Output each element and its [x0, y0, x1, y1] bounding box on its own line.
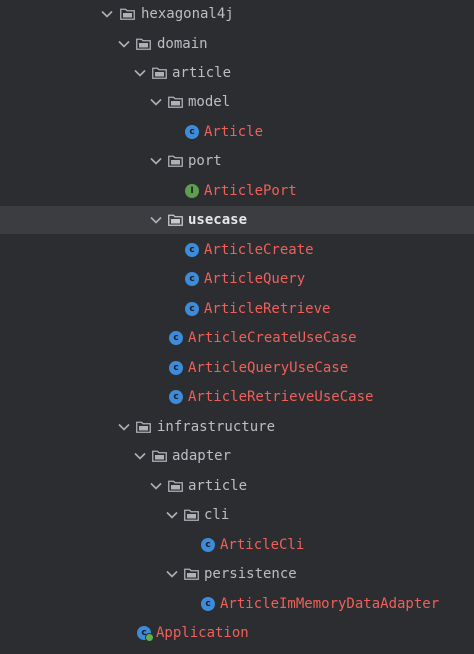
tree-node-cli[interactable]: cli: [0, 501, 474, 529]
tree-node-model[interactable]: model: [0, 88, 474, 116]
chevron-down-icon[interactable]: [133, 59, 147, 87]
tree-node-domain-article[interactable]: article: [0, 59, 474, 87]
tree-label: hexagonal4j: [141, 6, 234, 22]
class-icon: c: [185, 243, 199, 257]
class-icon: c: [185, 125, 199, 139]
project-tree: hexagonal4j domain article model c Artic…: [0, 0, 474, 654]
tree-node-adapter-article[interactable]: article: [0, 472, 474, 500]
tree-node-article-cli[interactable]: c ArticleCli: [0, 531, 474, 559]
chevron-down-icon[interactable]: [165, 560, 179, 588]
folder-icon: [184, 509, 199, 521]
tree-node-article-create[interactable]: c ArticleCreate: [0, 236, 474, 264]
tree-label: adapter: [172, 448, 232, 464]
tree-label: ArticleCreateUseCase: [188, 330, 357, 346]
tree-label: ArticleQueryUseCase: [188, 360, 349, 376]
chevron-down-icon[interactable]: [149, 206, 163, 234]
tree-label: article: [188, 478, 248, 494]
class-icon: c: [185, 272, 199, 286]
interface-icon: I: [185, 184, 199, 198]
tree-label: ArticlePort: [204, 183, 297, 199]
tree-label: persistence: [204, 566, 297, 582]
chevron-down-icon[interactable]: [117, 413, 131, 441]
folder-icon: [168, 155, 183, 167]
tree-node-application[interactable]: c Application: [0, 619, 474, 647]
tree-label: usecase: [188, 212, 248, 228]
tree-node-article-retrieve[interactable]: c ArticleRetrieve: [0, 295, 474, 323]
folder-icon: [152, 450, 167, 462]
class-icon: c: [185, 302, 199, 316]
tree-node-usecase[interactable]: usecase: [0, 206, 474, 234]
folder-icon: [136, 38, 151, 50]
tree-node-hexagonal4j[interactable]: hexagonal4j: [0, 0, 474, 28]
tree-label: ArticleCli: [220, 537, 305, 553]
tree-node-article-retrieve-use-case[interactable]: c ArticleRetrieveUseCase: [0, 383, 474, 411]
folder-icon: [184, 568, 199, 580]
tree-label: article: [172, 65, 232, 81]
tree-label: ArticleCreate: [204, 242, 314, 258]
tree-node-article-create-use-case[interactable]: c ArticleCreateUseCase: [0, 324, 474, 352]
tree-label: model: [188, 94, 231, 110]
tree-label: ArticleImMemoryDataAdapter: [220, 596, 440, 612]
tree-node-article-class[interactable]: c Article: [0, 118, 474, 146]
folder-icon: [152, 67, 167, 79]
tree-label: ArticleQuery: [204, 271, 306, 287]
tree-node-port[interactable]: port: [0, 147, 474, 175]
class-icon: c: [201, 538, 215, 552]
class-icon: c: [169, 361, 183, 375]
tree-label: cli: [204, 507, 230, 523]
class-icon: c: [169, 390, 183, 404]
tree-node-adapter[interactable]: adapter: [0, 442, 474, 470]
class-icon: c: [169, 331, 183, 345]
chevron-down-icon[interactable]: [149, 88, 163, 116]
chevron-down-icon[interactable]: [165, 501, 179, 529]
folder-icon: [168, 96, 183, 108]
chevron-down-icon[interactable]: [117, 30, 131, 58]
tree-label: Article: [204, 124, 264, 140]
application-class-icon: c: [137, 626, 154, 642]
folder-icon: [136, 421, 151, 433]
tree-label: domain: [157, 36, 208, 52]
tree-node-article-query-use-case[interactable]: c ArticleQueryUseCase: [0, 354, 474, 382]
tree-label: infrastructure: [157, 419, 276, 435]
tree-node-domain[interactable]: domain: [0, 30, 474, 58]
chevron-down-icon[interactable]: [133, 442, 147, 470]
tree-node-article-port[interactable]: I ArticlePort: [0, 177, 474, 205]
tree-label: ArticleRetrieveUseCase: [188, 389, 374, 405]
tree-label: port: [188, 153, 222, 169]
folder-icon: [168, 214, 183, 226]
class-icon: c: [201, 597, 215, 611]
folder-icon: [120, 8, 135, 20]
tree-node-article-query[interactable]: c ArticleQuery: [0, 265, 474, 293]
folder-icon: [168, 480, 183, 492]
chevron-down-icon[interactable]: [149, 472, 163, 500]
chevron-down-icon[interactable]: [100, 0, 114, 28]
tree-label: ArticleRetrieve: [204, 301, 331, 317]
chevron-down-icon[interactable]: [149, 147, 163, 175]
tree-node-persistence[interactable]: persistence: [0, 560, 474, 588]
tree-node-infrastructure[interactable]: infrastructure: [0, 413, 474, 441]
tree-node-article-im-memory-data-adapter[interactable]: c ArticleImMemoryDataAdapter: [0, 590, 474, 618]
tree-label: Application: [156, 625, 249, 641]
